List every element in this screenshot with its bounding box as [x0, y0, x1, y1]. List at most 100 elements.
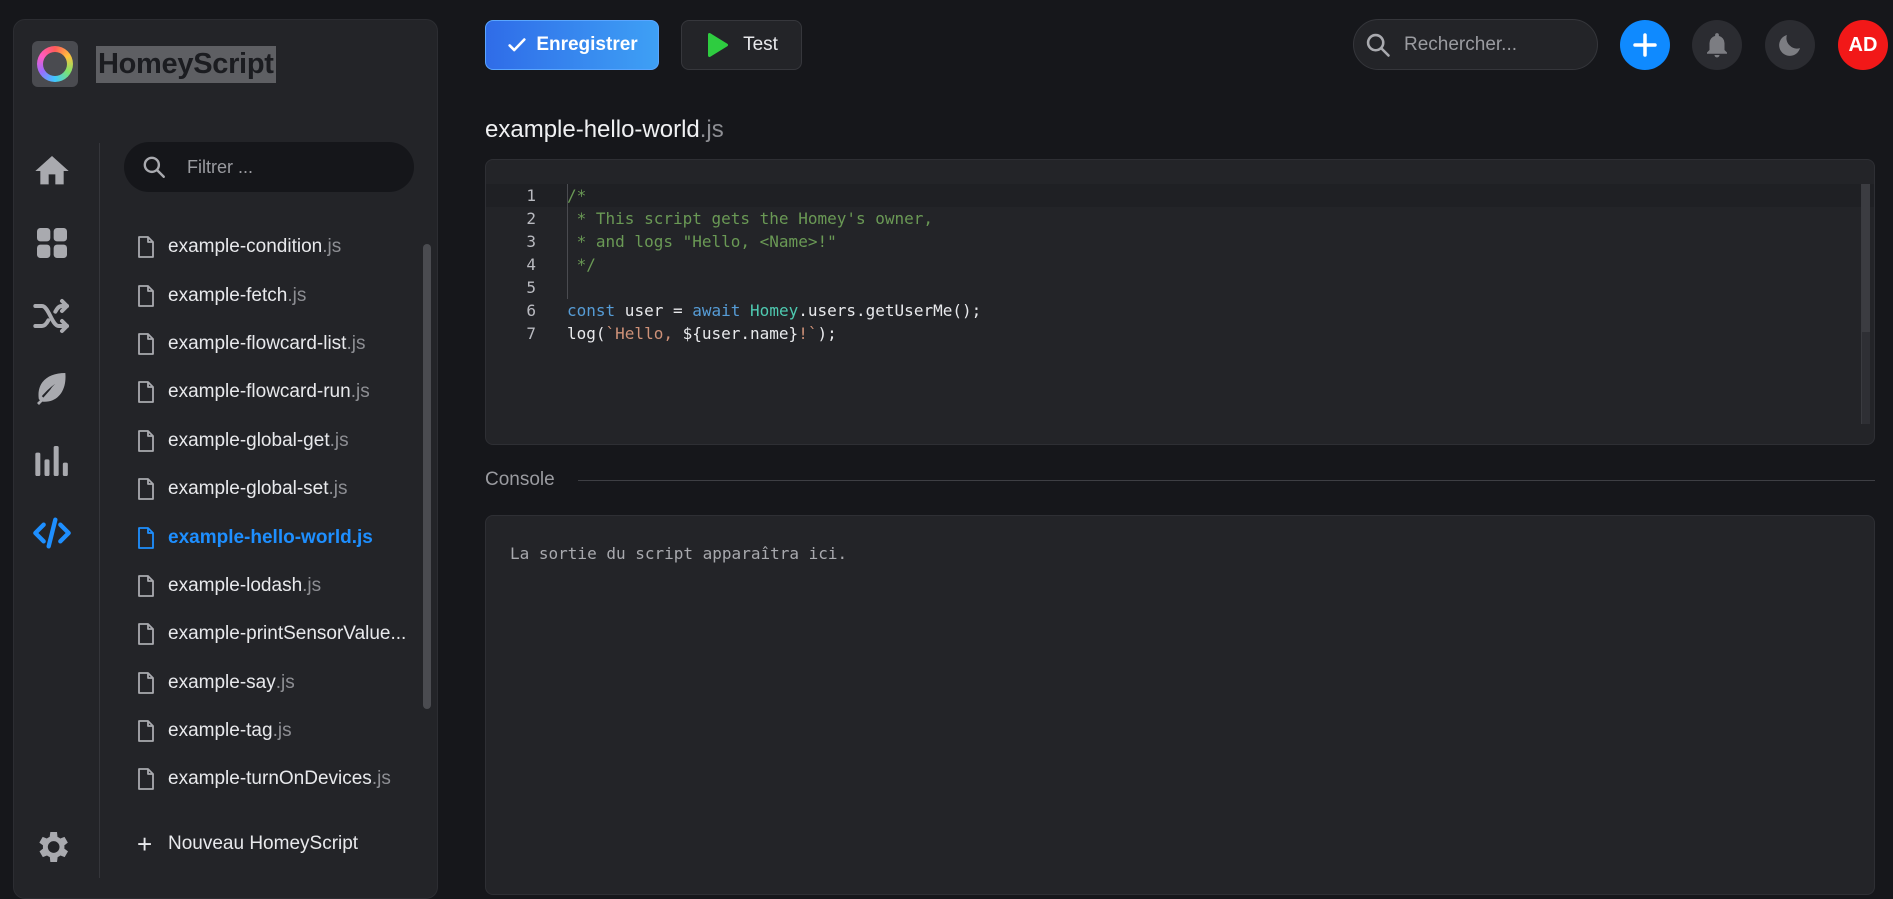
file-item[interactable]: example-global-set .js — [124, 465, 424, 513]
moon-icon — [1779, 35, 1800, 56]
line-number: 4 — [526, 255, 536, 274]
code-token: user = — [615, 301, 693, 320]
line-number: 2 — [526, 209, 536, 228]
file-item-name: example-flowcard-list — [168, 332, 347, 354]
file-item[interactable]: example-flowcard-run .js — [124, 368, 424, 416]
avatar-initials: AD — [1848, 33, 1878, 56]
home-icon[interactable] — [32, 151, 72, 191]
file-item[interactable]: example-lodash .js — [124, 562, 424, 610]
code-text: */ — [567, 253, 596, 276]
code-token: log( — [567, 324, 606, 343]
indent-guide — [567, 184, 568, 299]
file-item-name: example-tag — [168, 720, 273, 742]
file-icon — [138, 333, 154, 355]
file-icon — [138, 768, 154, 791]
sidebar-panel: HomeyScript example-condition.jsexample-… — [13, 19, 438, 899]
homeyscript-logo — [32, 41, 78, 87]
code-text: const user = await Homey.users.getUserMe… — [567, 299, 981, 322]
file-item[interactable]: example-hello-world .js — [124, 513, 424, 561]
code-token: * and logs "Hello, <Name>!" — [567, 232, 837, 251]
flows-shuffle-icon[interactable] — [32, 296, 72, 336]
line-number: 1 — [526, 186, 536, 205]
file-item[interactable]: example-turnOnDevices .js — [124, 755, 424, 803]
code-icon[interactable] — [32, 513, 72, 553]
file-icon — [138, 623, 154, 646]
file-item-name: example-flowcard-run — [168, 381, 351, 403]
new-script-button[interactable]: + Nouveau HomeyScript — [124, 827, 358, 861]
code-text: * This script gets the Homey's owner, — [567, 207, 933, 230]
code-token: .users.getUserMe(); — [798, 301, 982, 320]
code-token: * This script gets the Homey's owner, — [567, 209, 934, 228]
file-item-ext: .js — [371, 768, 391, 790]
test-button-label: Test — [743, 34, 778, 55]
save-button[interactable]: Enregistrer — [485, 20, 659, 70]
file-icon — [138, 236, 154, 259]
console-output: La sortie du script apparaîtra ici. — [510, 544, 848, 563]
file-item[interactable]: example-printSensorValue... — [124, 610, 424, 658]
code-text: * and logs "Hello, <Name>!" — [567, 230, 837, 253]
script-file-list: example-condition .js example-fetch .js exam… — [124, 223, 424, 804]
code-token: ${user.name} — [682, 324, 799, 343]
editor-scrollbar-thumb[interactable] — [1862, 184, 1870, 332]
insights-chart-icon[interactable] — [32, 441, 72, 481]
search-icon — [1366, 33, 1390, 57]
file-item-ext: .js — [329, 429, 349, 451]
file-item[interactable]: example-say .js — [124, 659, 424, 707]
file-item-ext: .js — [287, 284, 307, 306]
file-icon — [138, 575, 154, 597]
file-item-name: example-turnOnDevices — [168, 768, 372, 790]
file-icon — [138, 284, 154, 307]
dashboard-icon[interactable] — [32, 223, 72, 263]
search-input[interactable] — [1402, 32, 1576, 57]
file-item-name: example-say — [168, 671, 276, 693]
code-line: 3 * and logs "Hello, <Name>!" — [486, 230, 1874, 253]
filter-input[interactable] — [185, 155, 389, 179]
console-label: Console — [485, 469, 555, 490]
code-line: 6 const user = await Homey.users.getUserM… — [486, 299, 1874, 322]
file-item-ext: .js — [272, 720, 292, 742]
code-token: /* — [567, 186, 587, 205]
file-item[interactable]: example-tag .js — [124, 707, 424, 755]
line-number: 5 — [526, 278, 536, 297]
code-token: Homey — [750, 301, 799, 320]
file-item[interactable]: example-fetch .js — [124, 271, 424, 319]
editor-scrollbar[interactable] — [1861, 184, 1870, 424]
file-item[interactable]: example-global-get .js — [124, 417, 424, 465]
energy-leaf-icon[interactable] — [32, 368, 72, 408]
add-button[interactable] — [1620, 20, 1670, 70]
line-number: 3 — [526, 232, 536, 251]
code-line: 2 * This script gets the Homey's owner, — [486, 207, 1874, 230]
file-item[interactable]: example-flowcard-list .js — [124, 320, 424, 368]
filter-field[interactable] — [124, 142, 414, 192]
brand[interactable]: HomeyScript — [32, 40, 276, 88]
file-item-ext: .js — [350, 381, 370, 403]
code-token: `Hello, — [605, 324, 683, 343]
user-avatar[interactable]: AD — [1838, 20, 1888, 70]
code-token: const — [567, 301, 616, 320]
code-editor[interactable]: 1 /* 2 * This script gets the Homey's owne… — [485, 159, 1875, 445]
check-icon — [508, 38, 526, 52]
test-button[interactable]: Test — [681, 20, 802, 70]
file-item-name: example-condition — [168, 236, 323, 258]
file-name: example-hello-world — [485, 116, 700, 143]
file-item-name: example-global-get — [168, 429, 330, 451]
console-panel: La sortie du script apparaîtra ici. — [485, 515, 1875, 895]
file-list-scrollbar[interactable] — [423, 244, 431, 709]
file-item-name: example-fetch — [168, 284, 288, 306]
code-text: /* — [567, 184, 586, 207]
notifications-button[interactable] — [1692, 20, 1742, 70]
plus-icon — [1633, 33, 1657, 57]
file-item-name: example-global-set — [168, 478, 329, 500]
settings-gear-icon[interactable] — [32, 827, 72, 867]
file-item[interactable]: example-condition .js — [124, 223, 424, 271]
theme-toggle-button[interactable] — [1765, 20, 1815, 70]
search-icon — [143, 156, 165, 178]
file-extension: .js — [699, 116, 724, 143]
code-token: !` — [798, 324, 818, 343]
code-token: */ — [567, 255, 596, 274]
file-item-ext: .js — [351, 526, 373, 548]
search-field[interactable] — [1353, 19, 1598, 70]
code-text: log(`Hello, ${user.name}!`); — [567, 322, 837, 345]
app-title: HomeyScript — [96, 45, 276, 83]
